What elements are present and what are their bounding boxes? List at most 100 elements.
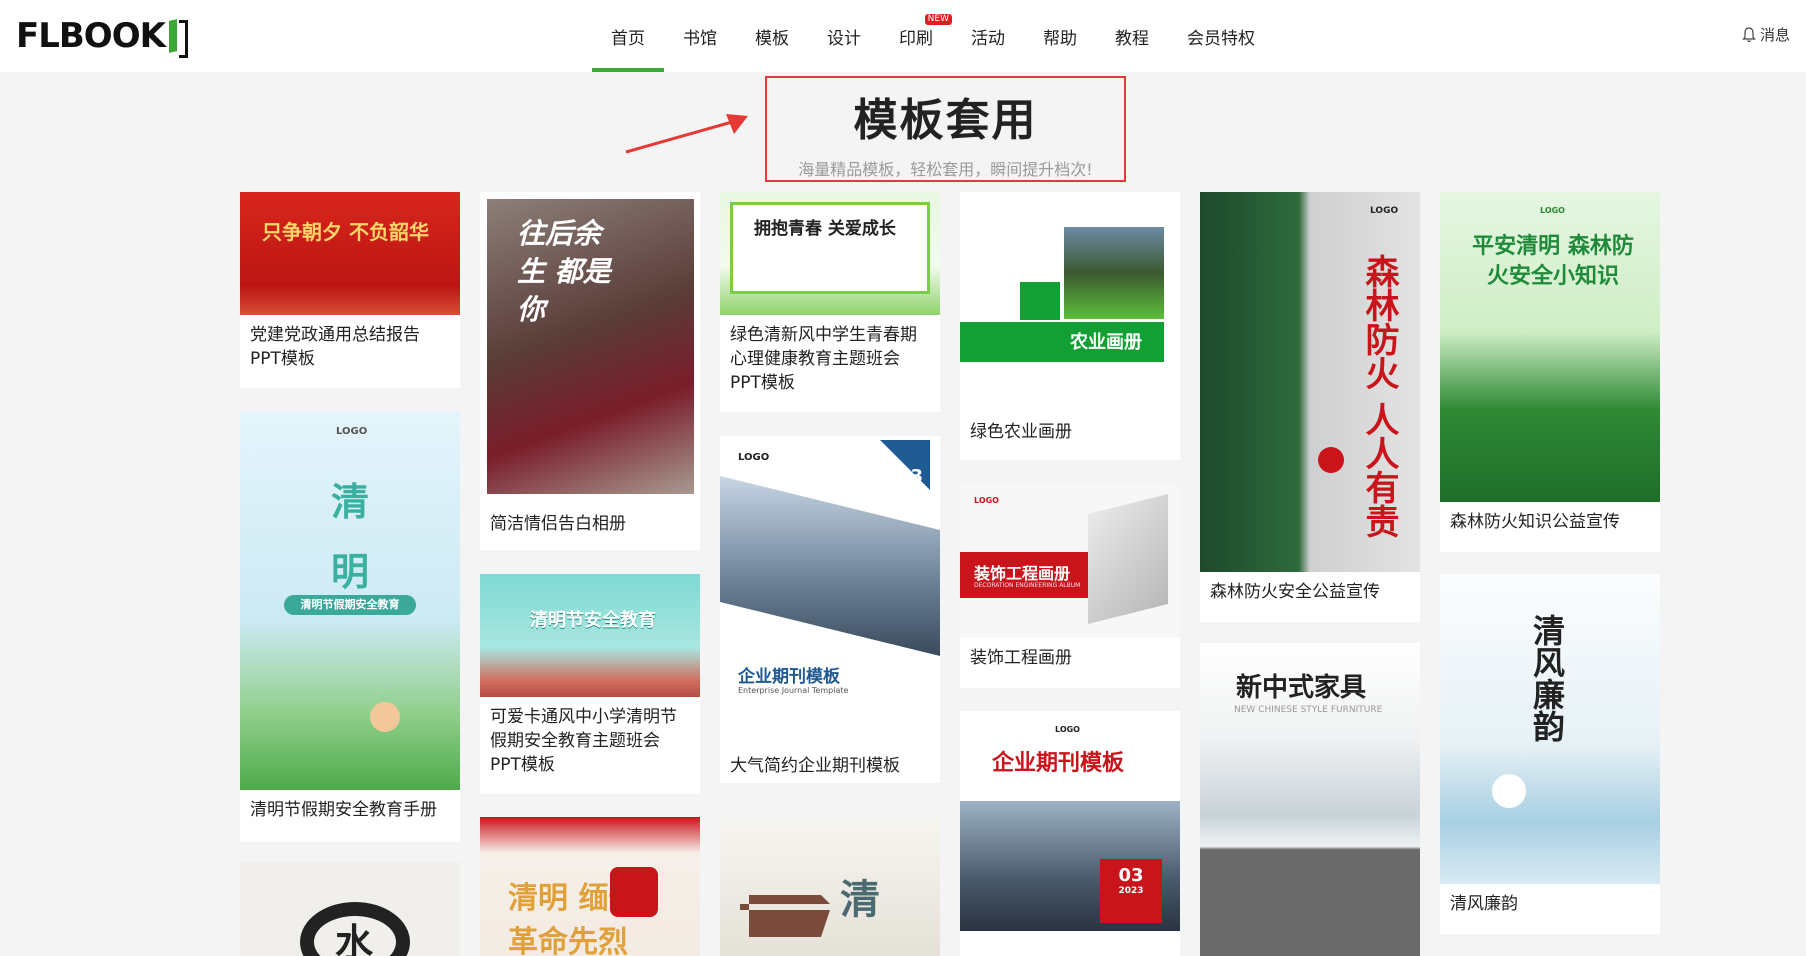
logo-text: FLBOOK — [16, 16, 166, 56]
nav-library[interactable]: 书馆 — [664, 0, 736, 72]
card-title: 大气简约企业期刊模板 — [730, 756, 900, 776]
thumb-green-block — [1020, 282, 1060, 320]
thumb-text: 往后余生 都是你 — [517, 217, 611, 326]
nav-help[interactable]: 帮助 — [1024, 0, 1096, 72]
template-card[interactable]: LOGO 平安清明 森林防火安全小知识 森林防火知识公益宣传 — [1440, 192, 1660, 552]
thumb-number: 03 — [1118, 865, 1144, 886]
template-card[interactable]: 农业画册 绿色农业画册 — [960, 192, 1180, 460]
card-thumbnail: 清风廉韵 — [1440, 574, 1660, 884]
thumb-logo: LOGO — [1370, 206, 1399, 216]
card-thumbnail: 新中式家具 NEW CHINESE STYLE FURNITURE — [1200, 643, 1420, 956]
card-title: 绿色农业画册 — [970, 422, 1072, 442]
page-title: 模板套用 — [853, 95, 1038, 146]
thumb-text: 拥抱青春 关爱成长 — [754, 219, 896, 239]
nav-events[interactable]: 活动 — [952, 0, 1024, 72]
card-thumbnail: LOGO 清 明 清明节假期安全教育 — [240, 412, 460, 790]
card-title: 简洁情侣告白相册 — [490, 514, 626, 534]
card-thumbnail: 清 — [720, 817, 940, 956]
thumb-city-photo — [720, 476, 940, 656]
card-thumbnail: LOGO 森林防火 人人有责 — [1200, 192, 1420, 572]
card-thumbnail: 往后余生 都是你 — [487, 199, 694, 494]
nav-label: 设计 — [827, 28, 861, 49]
nav-print[interactable]: 印刷 NEW — [880, 0, 952, 72]
nav-label: 印刷 — [899, 28, 933, 49]
nav-design[interactable]: 设计 — [808, 0, 880, 72]
card-title: 森林防火安全公益宣传 — [1210, 582, 1380, 602]
card-thumbnail: 农业画册 — [960, 192, 1180, 374]
card-thumbnail: 清明 缅怀革命先烈 — [480, 817, 700, 956]
thumb-text: 农业画册 — [1070, 332, 1142, 353]
card-title: 清风廉韵 — [1450, 894, 1518, 914]
template-card[interactable]: LOGO 03 企业期刊模板 Enterprise Journal Templa… — [720, 436, 940, 783]
template-card[interactable]: LOGO 清 明 清明节假期安全教育 清明节假期安全教育手册 — [240, 412, 460, 842]
template-card[interactable]: LOGO 森林防火 人人有责 森林防火安全公益宣传 — [1200, 192, 1420, 622]
template-card[interactable]: LOGO 企业期刊模板 03 2023 — [960, 711, 1180, 956]
template-card[interactable]: 清明 缅怀革命先烈 — [480, 817, 700, 956]
thumb-text: 水 — [335, 921, 374, 956]
fire-badge-icon — [1318, 447, 1344, 473]
thumb-text: 清风廉韵 — [1528, 614, 1566, 742]
template-card[interactable]: 往后余生 都是你 简洁情侣告白相册 — [480, 192, 700, 550]
template-card[interactable]: 清明节安全教育 可爱卡通风中小学清明节假期安全教育主题班会PPT模板 — [480, 574, 700, 794]
template-card[interactable]: 清风廉韵 清风廉韵 — [1440, 574, 1660, 934]
thumb-text: 企业期刊模板 — [992, 751, 1125, 776]
thumb-field-photo — [1064, 227, 1164, 319]
nav-label: 模板 — [755, 28, 789, 49]
card-thumbnail: 水 — [240, 862, 460, 956]
thumb-text: 只争朝夕 不负韶华 — [262, 220, 429, 244]
main-nav: 首页 书馆 模板 设计 印刷 NEW 活动 帮助 教程 会员特权 — [592, 0, 1274, 72]
flbook-logo[interactable]: FLBOOK — [16, 16, 189, 58]
thumb-kid — [370, 702, 400, 732]
card-title: 绿色清新风中学生青春期心理健康教育主题班会PPT模板 — [730, 325, 917, 393]
thumb-subtext: NEW CHINESE STYLE FURNITURE — [1234, 705, 1383, 715]
card-thumbnail: LOGO 装饰工程画册 DECORATION ENGINEERING ALBUM — [960, 484, 1180, 638]
thumb-subtext: DECORATION ENGINEERING ALBUM — [974, 582, 1081, 589]
thumb-number: 03 — [898, 466, 924, 487]
template-card[interactable]: 只争朝夕 不负韶华 党建党政通用总结报告PPT模板 — [240, 192, 460, 388]
card-thumbnail: 清明节安全教育 — [480, 574, 700, 697]
thumb-subtext: Enterprise Journal Template — [738, 686, 849, 695]
nav-tutorials[interactable]: 教程 — [1096, 0, 1168, 72]
thumb-logo: LOGO — [738, 452, 770, 463]
thumb-text: 清 明 — [330, 480, 369, 594]
hero-highlight-box: 模板套用 海量精品模板，轻松套用，瞬间提升档次! — [765, 76, 1126, 182]
thumb-logo: LOGO — [1540, 206, 1565, 215]
template-card[interactable]: LOGO 装饰工程画册 DECORATION ENGINEERING ALBUM… — [960, 484, 1180, 688]
thumb-text: 平安清明 森林防火安全小知识 — [1472, 234, 1634, 289]
thumb-text: 企业期刊模板 — [738, 667, 840, 687]
nav-templates[interactable]: 模板 — [736, 0, 808, 72]
thumb-text: 装饰工程画册 — [974, 564, 1071, 583]
template-card[interactable]: 新中式家具 NEW CHINESE STYLE FURNITURE — [1200, 643, 1420, 956]
template-card[interactable]: 水 — [240, 862, 460, 956]
pavilion-icon — [740, 895, 830, 937]
fist-icon — [610, 867, 658, 917]
thumb-logo: LOGO — [974, 496, 999, 505]
nav-label: 书馆 — [683, 28, 717, 49]
new-badge: NEW — [924, 14, 952, 25]
messages-button[interactable]: 消息 — [1742, 24, 1790, 45]
thumb-text: 清明节安全教育 — [530, 610, 656, 631]
nav-label: 活动 — [971, 28, 1005, 49]
thumb-text: 新中式家具 — [1236, 673, 1367, 703]
thumb-building — [1088, 494, 1168, 624]
nav-home[interactable]: 首页 — [592, 0, 664, 72]
red-arrow-icon — [625, 114, 748, 154]
template-card[interactable]: 清 — [720, 817, 940, 956]
card-thumbnail: LOGO 03 企业期刊模板 Enterprise Journal Templa… — [720, 436, 940, 746]
page-subtitle: 海量精品模板，轻松套用，瞬间提升档次! — [798, 160, 1093, 179]
card-title: 装饰工程画册 — [970, 648, 1072, 668]
card-thumbnail: LOGO 平安清明 森林防火安全小知识 — [1440, 192, 1660, 502]
messages-label: 消息 — [1759, 26, 1790, 44]
top-header: FLBOOK 首页 书馆 模板 设计 印刷 NEW 活动 帮助 教程 会员特权 消… — [0, 0, 1806, 72]
card-title: 可爱卡通风中小学清明节假期安全教育主题班会PPT模板 — [490, 707, 677, 775]
card-thumbnail: 拥抱青春 关爱成长 — [720, 192, 940, 315]
thumb-year: 2023 — [1118, 886, 1144, 896]
thumb-text: 清 — [840, 877, 880, 923]
card-thumbnail: 只争朝夕 不负韶华 — [240, 192, 460, 315]
card-title: 党建党政通用总结报告PPT模板 — [250, 325, 420, 369]
thumb-logo: LOGO — [336, 426, 368, 437]
thumb-banner: 清明节假期安全教育 — [284, 595, 416, 615]
nav-vip[interactable]: 会员特权 — [1168, 0, 1274, 72]
template-card[interactable]: 拥抱青春 关爱成长 绿色清新风中学生青春期心理健康教育主题班会PPT模板 — [720, 192, 940, 412]
card-title: 清明节假期安全教育手册 — [250, 800, 437, 820]
